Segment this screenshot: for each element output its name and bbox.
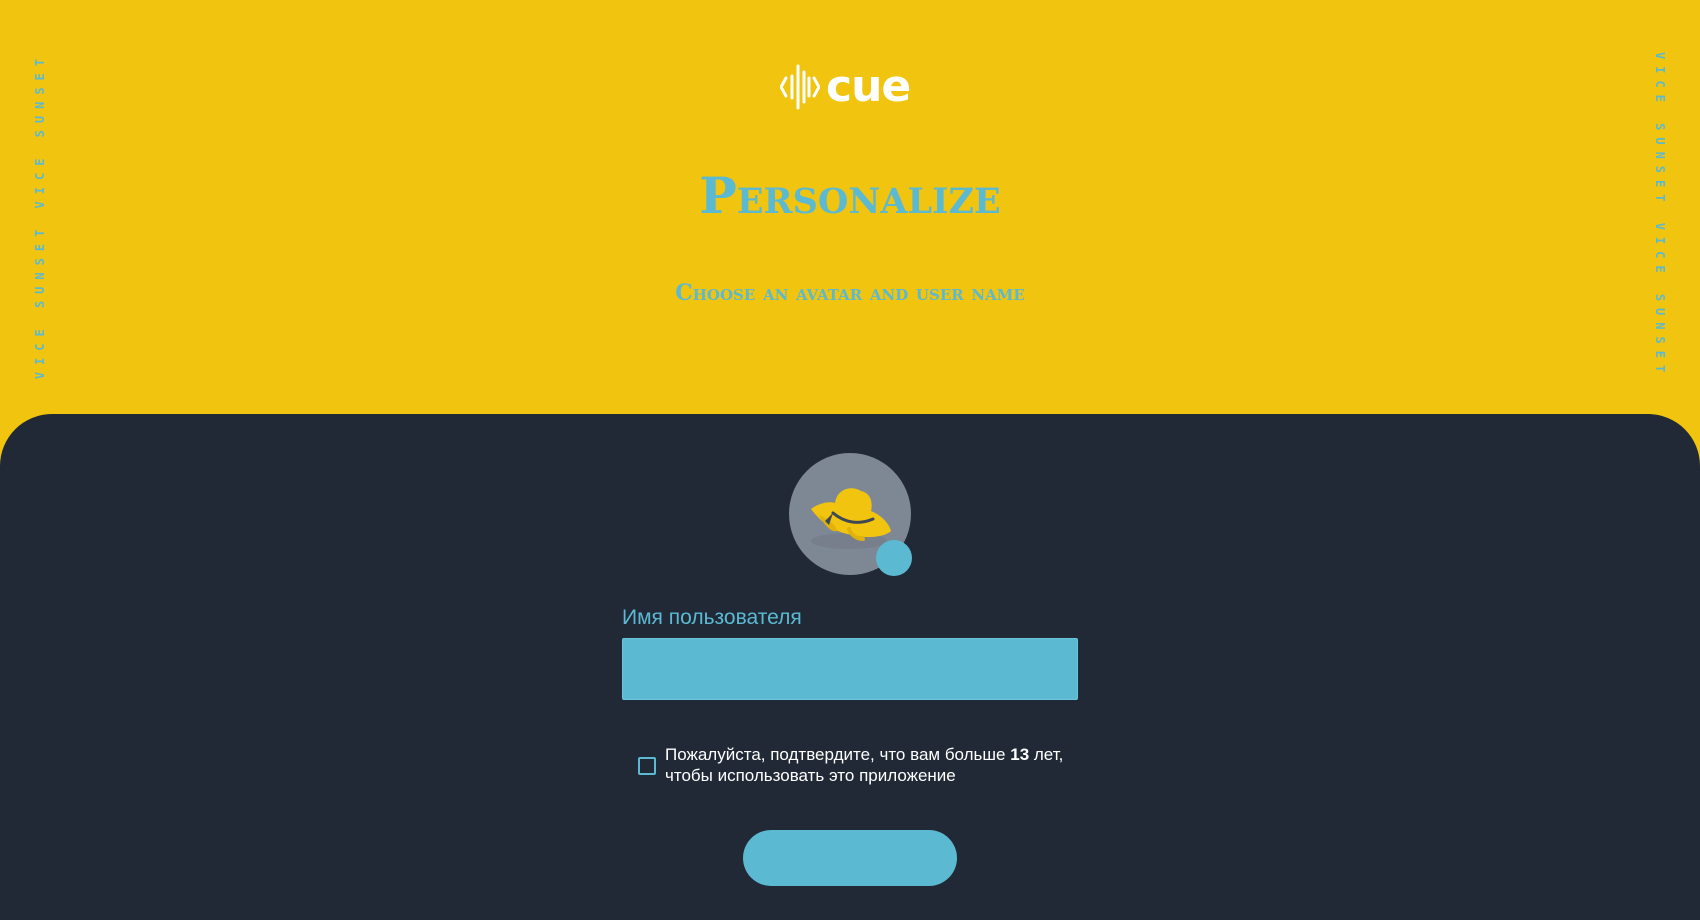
cue-logo: cue xyxy=(780,61,911,112)
username-input[interactable] xyxy=(622,638,1078,700)
header-section: VICE SUNSET VICE SUNSET VICE SUNSET VICE… xyxy=(0,0,1700,460)
page-subtitle: Choose an avatar and user name xyxy=(675,280,1025,306)
page-title: Personalize xyxy=(699,166,1001,225)
age-consent-text: Пожалуйста, подтвердите, что вам больше … xyxy=(665,744,1085,786)
age-consent-checkbox[interactable] xyxy=(638,757,656,775)
username-label: Имя пользователя xyxy=(622,606,802,629)
age-consent-prefix: Пожалуйста, подтвердите, что вам больше xyxy=(665,745,1011,764)
age-consent-age: 13 xyxy=(1010,745,1030,764)
logo-wordmark: cue xyxy=(826,61,911,112)
cue-waveform-icon xyxy=(780,64,820,110)
submit-button[interactable] xyxy=(743,830,957,886)
edit-avatar-dot-icon[interactable] xyxy=(876,540,912,576)
